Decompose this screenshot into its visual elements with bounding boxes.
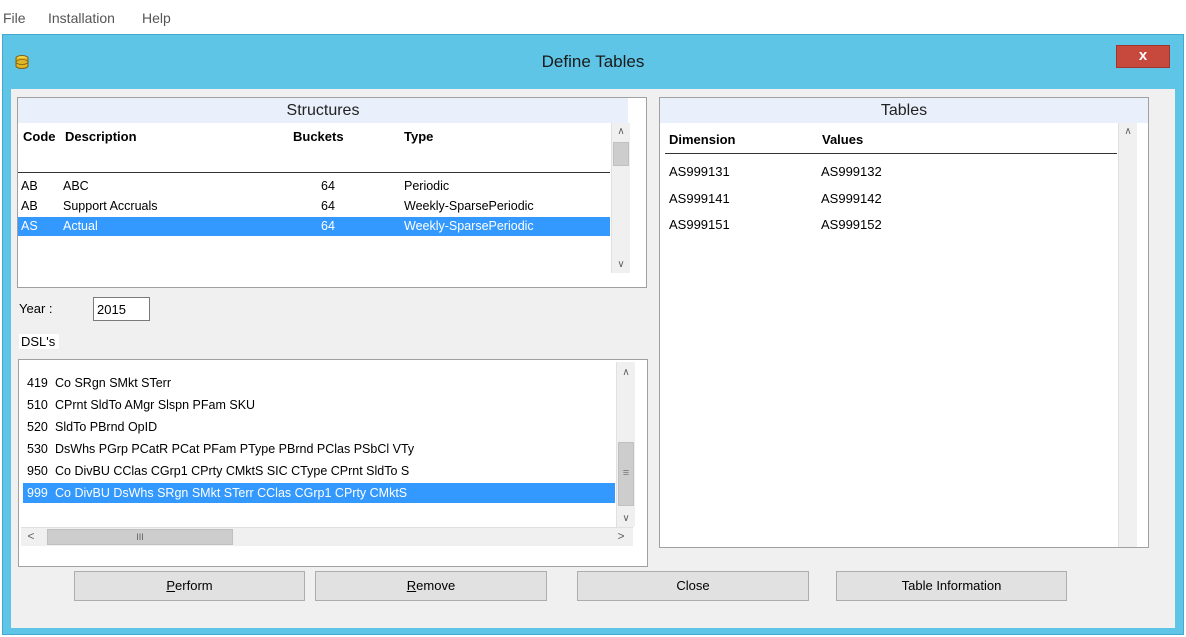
dsl-code: 530 — [27, 442, 48, 456]
remove-button[interactable]: Remove — [315, 571, 547, 601]
define-tables-dialog: Define Tables x Structures Code Descript… — [2, 34, 1184, 635]
table-value: AS999132 — [821, 164, 882, 179]
menu-file[interactable]: File — [3, 10, 26, 26]
title-bar[interactable]: Define Tables x — [3, 35, 1183, 89]
chevron-up-icon[interactable]: ∧ — [1119, 123, 1137, 140]
structure-description: Actual — [63, 219, 98, 233]
tables-header: Tables — [660, 98, 1148, 123]
chevron-left-icon[interactable]: < — [23, 529, 39, 543]
remove-label: emove — [416, 578, 456, 593]
menu-bar: File Installation Help — [0, 0, 1186, 34]
dsl-code: 950 — [27, 464, 48, 478]
dsl-text: CPrnt SldTo AMgr Slspn PFam SKU — [55, 398, 256, 412]
dsl-label: DSL's — [19, 334, 60, 349]
dsl-row[interactable]: 419 Co SRgn SMkt STerr — [23, 373, 615, 393]
scroll-thumb[interactable]: ≡ — [618, 442, 634, 506]
col-code: Code — [23, 129, 56, 144]
structure-description: ABC — [63, 179, 89, 193]
dialog-client: Structures Code Description Buckets Type… — [11, 89, 1175, 628]
perform-hotkey: P — [166, 578, 176, 593]
dsl-code: 419 — [27, 376, 48, 390]
structure-type: Periodic — [404, 179, 450, 193]
chevron-up-icon[interactable]: ∧ — [612, 123, 630, 140]
chevron-down-icon[interactable]: ∨ — [612, 256, 630, 273]
col-description: Description — [65, 129, 137, 144]
perform-label: erform — [175, 578, 213, 593]
table-dimension: AS999151 — [669, 217, 730, 232]
table-value: AS999152 — [821, 217, 882, 232]
structure-row[interactable]: AB ABC 64 Periodic — [18, 177, 610, 196]
close-icon: x — [1138, 47, 1148, 64]
dsl-vscroll[interactable]: ∧ ≡ ∨ — [616, 362, 635, 527]
table-row[interactable]: AS999141 AS999142 — [669, 186, 1109, 212]
dsl-row[interactable]: 510 CPrnt SldTo AMgr Slspn PFam SKU — [23, 395, 615, 415]
dsl-text: DsWhs PGrp PCatR PCat PFam PType PBrnd P… — [55, 442, 415, 456]
dsl-list: 419 Co SRgn SMkt STerr 510 CPrnt SldTo AMg… — [18, 359, 648, 567]
dsl-hscroll[interactable]: < III > — [21, 527, 633, 546]
tables-panel: Tables Dimension Values AS999131 AS99913… — [659, 97, 1149, 548]
header-divider — [665, 153, 1117, 154]
structure-description: Support Accruals — [63, 199, 158, 213]
structure-type: Weekly-SparsePeriodic — [404, 199, 534, 213]
chevron-right-icon[interactable]: > — [613, 529, 629, 543]
col-type: Type — [404, 129, 434, 144]
structure-code: AS — [21, 219, 38, 233]
tables-vscroll[interactable]: ∧ — [1118, 123, 1137, 547]
structure-buckets: 64 — [321, 219, 335, 233]
menu-help[interactable]: Help — [142, 10, 171, 26]
col-dimension: Dimension — [669, 132, 736, 147]
dsl-text: Co DivBU DsWhs SRgn SMkt STerr CClas CGr… — [55, 486, 408, 500]
dsl-text: Co DivBU CClas CGrp1 CPrty CMktS SIC CTy… — [55, 464, 410, 478]
year-label: Year : — [19, 301, 53, 316]
structures-header: Structures — [18, 98, 628, 123]
table-value: AS999142 — [821, 191, 882, 206]
scroll-thumb[interactable] — [613, 142, 629, 166]
dialog-title: Define Tables — [541, 52, 645, 71]
structure-row[interactable]: AB Support Accruals 64 Weekly-SparsePeri… — [18, 197, 610, 216]
remove-hotkey: R — [406, 578, 417, 593]
structures-vscroll[interactable]: ∧ ∨ — [611, 123, 630, 273]
header-divider — [18, 172, 610, 173]
dsl-text: Co SRgn SMkt STerr — [55, 376, 172, 390]
structure-buckets: 64 — [321, 179, 335, 193]
table-information-button[interactable]: Table Information — [836, 571, 1067, 601]
dsl-code: 510 — [27, 398, 48, 412]
chevron-down-icon[interactable]: ∨ — [617, 510, 635, 527]
dsl-row[interactable]: 950 Co DivBU CClas CGrp1 CPrty CMktS SIC … — [23, 461, 615, 481]
table-row[interactable]: AS999151 AS999152 — [669, 212, 1109, 238]
chevron-up-icon[interactable]: ∧ — [617, 364, 635, 381]
menu-installation[interactable]: Installation — [48, 10, 115, 26]
close-window-button[interactable]: x — [1116, 45, 1170, 68]
table-row[interactable]: AS999131 AS999132 — [669, 159, 1109, 185]
dsl-row[interactable]: 530 DsWhs PGrp PCatR PCat PFam PType PBrn… — [23, 439, 615, 459]
dsl-code: 520 — [27, 420, 48, 434]
table-dimension: AS999141 — [669, 191, 730, 206]
table-dimension: AS999131 — [669, 164, 730, 179]
col-buckets: Buckets — [293, 129, 344, 144]
structure-row-selected[interactable]: AS Actual 64 Weekly-SparsePeriodic — [18, 217, 610, 236]
dsl-code: 999 — [27, 486, 48, 500]
col-values: Values — [822, 132, 864, 147]
structures-panel: Structures Code Description Buckets Type… — [17, 97, 647, 288]
close-button[interactable]: Close — [577, 571, 809, 601]
structure-type: Weekly-SparsePeriodic — [404, 219, 534, 233]
dsl-row[interactable]: 520 SldTo PBrnd OpID — [23, 417, 615, 437]
structure-code: AB — [21, 179, 38, 193]
dsl-text: SldTo PBrnd OpID — [55, 420, 158, 434]
structure-code: AB — [21, 199, 38, 213]
structure-buckets: 64 — [321, 199, 335, 213]
year-input[interactable] — [93, 297, 150, 321]
perform-button[interactable]: Perform — [74, 571, 305, 601]
scroll-thumb[interactable]: III — [47, 529, 233, 545]
dsl-row-selected[interactable]: 999 Co DivBU DsWhs SRgn SMkt STerr CClas … — [23, 483, 615, 503]
